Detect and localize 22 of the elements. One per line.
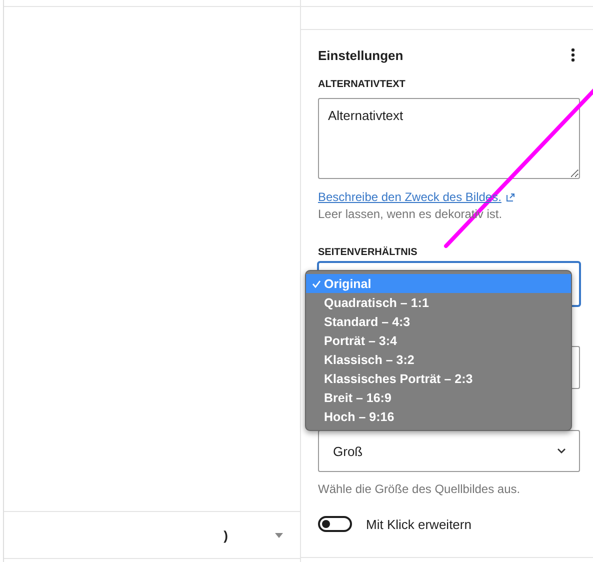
menu-option[interactable]: Hoch – 9:16	[306, 407, 571, 426]
field-label: SEITENVERHÄLTNIS	[318, 247, 418, 260]
field-label: ALTERNATIVTEXT	[318, 79, 406, 92]
menu-option[interactable]: Standard – 4:3	[306, 312, 571, 331]
toggle-switch[interactable]	[318, 516, 352, 532]
select-field[interactable]: )	[4, 512, 300, 559]
menu-option[interactable]: Klassisches Porträt – 2:3	[306, 369, 571, 388]
resolution-select[interactable]: Groß	[318, 430, 580, 472]
more-icon	[571, 48, 575, 62]
alt-text-field[interactable]: Alternativtext	[318, 98, 580, 179]
menu-option[interactable]: Breit – 16:9	[306, 388, 571, 407]
chevron-down-icon	[557, 448, 566, 454]
field-value: )	[224, 528, 228, 542]
panel-title: Einstellungen	[318, 48, 404, 62]
external-link-icon	[506, 192, 516, 202]
dropdown-arrow-icon	[275, 532, 283, 538]
menu-option[interactable]: Klassisch – 3:2	[306, 350, 571, 369]
menu-option[interactable]: Original	[306, 274, 571, 293]
toggle-label: Mit Klick erweitern	[366, 516, 472, 532]
menu-option[interactable]: Quadratisch – 1:1	[306, 293, 571, 312]
check-icon	[312, 280, 321, 288]
menu-option[interactable]: Porträt – 3:4	[306, 331, 571, 350]
